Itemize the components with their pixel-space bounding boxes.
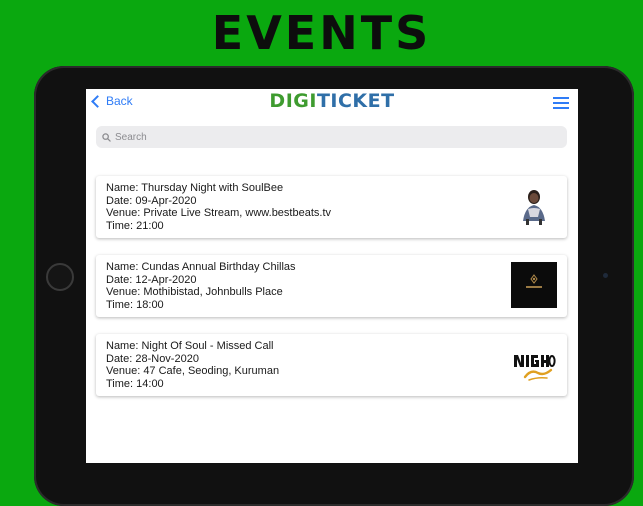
search-input[interactable] (115, 131, 555, 143)
event-name: Name: Night Of Soul - Missed Call (106, 340, 274, 352)
logo-part-digi: DIGI (269, 90, 317, 112)
event-time: Time: 21:00 (106, 219, 164, 232)
event-date: Date: 09-Apr-2020 (106, 194, 197, 207)
logo-part-ticket: TICKET (316, 90, 395, 112)
event-venue: Venue: 47 Cafe, Seoding, Kuruman (106, 365, 280, 378)
event-image-artist-photo (511, 183, 557, 229)
event-date: Date: 28-Nov-2020 (106, 352, 199, 365)
search-bar[interactable] (96, 126, 567, 148)
banner-title: EVENTS (211, 6, 432, 60)
hamburger-menu-icon[interactable] (553, 97, 569, 109)
event-name: Name: Cundas Annual Birthday Chillas (106, 261, 296, 273)
home-button[interactable] (46, 263, 74, 291)
camera-icon (603, 273, 608, 278)
event-time: Time: 18:00 (106, 298, 164, 311)
event-date: Date: 12-Apr-2020 (106, 273, 197, 286)
nav-bar: Back DIGITICKET (86, 89, 578, 115)
event-card[interactable]: Name: Thursday Night with SoulBee Date: … (96, 176, 567, 238)
event-time: Time: 14:00 (106, 377, 164, 390)
event-card[interactable]: Name: Night Of Soul - Missed Call Date: … (96, 334, 567, 396)
event-image-night-of-soul-logo (511, 341, 557, 387)
event-name: Name: Thursday Night with SoulBee (106, 182, 284, 194)
search-icon (102, 132, 111, 142)
event-venue: Venue: Mothibistad, Johnbulls Place (106, 286, 283, 299)
app-logo: DIGITICKET (86, 90, 578, 112)
event-venue: Venue: Private Live Stream, www.bestbeat… (106, 207, 332, 220)
app-screen: Back DIGITICKET Name: Thursday Night wit… (86, 89, 578, 463)
event-list: Name: Thursday Night with SoulBee Date: … (96, 176, 567, 413)
event-image-cundas-logo (511, 262, 557, 308)
event-card[interactable]: Name: Cundas Annual Birthday Chillas Dat… (96, 255, 567, 317)
